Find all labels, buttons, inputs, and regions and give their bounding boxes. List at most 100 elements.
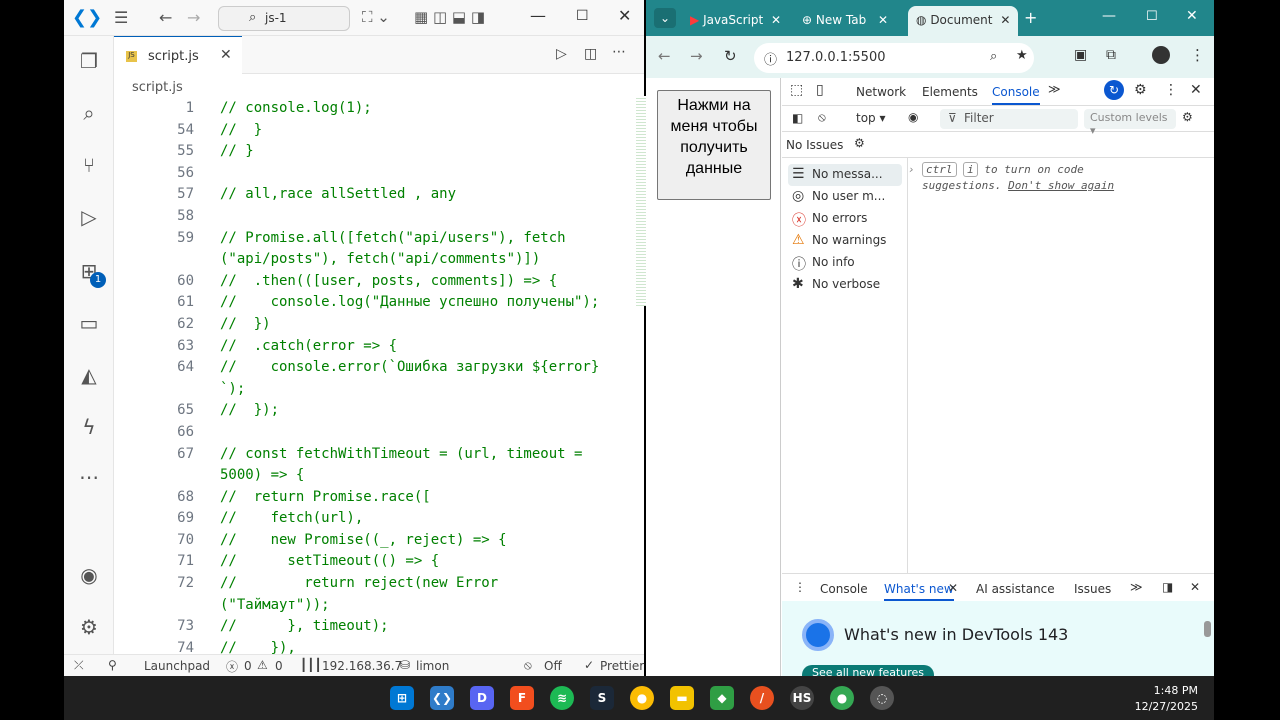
devtools-close-icon[interactable]: ✕ — [1190, 82, 1202, 98]
more-tabs-icon[interactable]: ≫ — [1048, 82, 1061, 96]
tab-new-tab[interactable]: ⊕ New Tab ✕ — [794, 6, 904, 36]
more-icon[interactable]: ⋯ — [76, 464, 102, 490]
start-icon[interactable]: ⊞ — [390, 686, 414, 710]
maximize-button[interactable]: ☐ — [576, 8, 589, 24]
clock-date[interactable]: 12/27/2025 — [1124, 700, 1198, 713]
drawer-menu-icon[interactable]: ⋮ — [794, 580, 806, 594]
back-icon[interactable]: ← — [658, 47, 671, 65]
tab-script-js[interactable]: JS script.js ✕ — [114, 36, 242, 74]
code-line[interactable]: // }, timeout); — [220, 616, 620, 638]
git-icon[interactable]: ◆ — [710, 686, 734, 710]
obs-icon[interactable]: ◌ — [870, 686, 894, 710]
breadcrumb[interactable]: script.js — [132, 80, 183, 95]
warning-count[interactable]: 0 — [275, 659, 283, 673]
code-line[interactable]: // .catch(error => { — [220, 336, 620, 358]
code-line[interactable]: // } — [220, 120, 620, 142]
code-text[interactable]: // console.log(1);// }// }// all,race al… — [220, 98, 620, 654]
tab-close-icon[interactable]: ✕ — [878, 13, 888, 27]
sidebar-item-user-messages[interactable]: ◎ No user m... — [788, 186, 902, 208]
devtools-menu-icon[interactable]: ⋮ — [1164, 82, 1178, 98]
dont-show-again-link[interactable]: Don't show again — [1008, 179, 1114, 192]
tab-close-icon[interactable]: ✕ — [771, 13, 781, 27]
drawer-more-tabs-icon[interactable]: ≫ — [1130, 580, 1143, 594]
issues-label[interactable]: No Issues — [786, 138, 843, 152]
tab-javascript[interactable]: ▶ JavaScript ✕ — [682, 6, 790, 36]
code-line[interactable]: // all,race allSettled , any — [220, 184, 620, 206]
bookmark-star-icon[interactable]: ★ — [1016, 48, 1028, 63]
spotify-icon[interactable]: ≋ — [550, 686, 574, 710]
puzzle-icon[interactable]: ⧉ — [1106, 47, 1116, 63]
discord-icon[interactable]: D — [470, 686, 494, 710]
tab-close-icon[interactable]: ✕ — [1000, 13, 1010, 27]
code-line[interactable]: `); — [220, 379, 620, 401]
close-button[interactable]: ✕ — [1186, 8, 1198, 24]
steam-icon[interactable]: S — [590, 686, 614, 710]
hs-icon[interactable]: HS — [790, 686, 814, 710]
tab-close-icon[interactable]: ✕ — [220, 47, 232, 63]
new-tab-button[interactable]: + — [1024, 8, 1037, 27]
tab-console[interactable]: Console — [992, 85, 1040, 105]
tab-search-icon[interactable]: ⌄ — [654, 8, 676, 28]
remote-icon[interactable]: ⤫ — [74, 658, 84, 673]
minimize-button[interactable]: — — [530, 6, 546, 25]
code-line[interactable]: // }) — [220, 314, 620, 336]
drawer-tab-issues[interactable]: Issues — [1074, 582, 1111, 596]
back-arrow-icon[interactable]: ← — [159, 8, 172, 27]
code-line[interactable]: // console.log(1); — [220, 98, 620, 120]
log-levels-select[interactable]: Custom levels ▾ — [1084, 109, 1176, 137]
code-line[interactable]: // } — [220, 141, 620, 163]
command-search-box[interactable]: ⌕ js-1 — [218, 6, 350, 31]
drawer-tab-close-icon[interactable]: ✕ — [948, 581, 958, 595]
source-control-icon[interactable]: ⑂ — [76, 152, 102, 178]
kebab-menu-icon[interactable]: ⋮ — [1190, 46, 1205, 64]
code-line[interactable]: ("Таймаут")); — [220, 595, 620, 617]
search-icon[interactable]: ⌕ — [76, 100, 102, 126]
launchpad-label[interactable]: Launchpad — [144, 659, 210, 673]
fetch-data-button[interactable]: Нажми на меня чтобы получить данные — [657, 90, 771, 200]
code-line[interactable]: // setTimeout(() => { — [220, 551, 620, 573]
tab-document[interactable]: ◍ Document ✕ — [908, 6, 1018, 36]
account-icon[interactable]: ◉ — [76, 562, 102, 588]
prettier-label[interactable]: Prettier — [600, 659, 644, 673]
run-debug-icon[interactable]: ▷ — [76, 204, 102, 230]
code-line[interactable]: // return Promise.race([ — [220, 487, 620, 509]
tab-elements[interactable]: Elements — [922, 85, 978, 99]
forward-arrow-icon[interactable]: → — [187, 8, 200, 27]
drawer-dock-icon[interactable]: ◨ — [1162, 580, 1173, 594]
code-line[interactable]: ("api/posts"), fetch("api/comments")]) — [220, 249, 620, 271]
split-editor-icon[interactable]: ◫ — [584, 46, 597, 62]
figma-icon[interactable]: F — [510, 686, 534, 710]
chrome-active-icon[interactable]: ● — [830, 686, 854, 710]
close-button[interactable]: ✕ — [618, 6, 631, 25]
site-info-icon[interactable]: ⓘ — [764, 49, 777, 68]
more-actions-icon[interactable]: ⋯ — [612, 44, 626, 60]
launchpad-icon[interactable]: ⚲ — [108, 658, 117, 672]
clear-console-icon[interactable]: ⦸ — [818, 110, 826, 125]
menu-icon[interactable]: ☰ — [114, 8, 128, 27]
drawer-scrollbar[interactable] — [1204, 621, 1211, 637]
see-all-features-button[interactable]: See all new features — [802, 665, 934, 676]
code-line[interactable]: // }); — [220, 400, 620, 422]
code-line[interactable]: // console.error(`Ошибка загрузки ${erro… — [220, 357, 620, 379]
error-count[interactable]: 0 — [244, 659, 252, 673]
context-select[interactable]: top ▾ — [856, 111, 886, 125]
device-toolbar-icon[interactable]: ▯ — [816, 82, 824, 98]
remote-explorer-icon[interactable]: ▭ — [76, 310, 102, 336]
drawer-close-icon[interactable]: ✕ — [1190, 580, 1200, 594]
drawer-tab-ai-assistance[interactable]: AI assistance — [976, 582, 1055, 596]
run-icon[interactable]: ▷ — [556, 46, 567, 62]
code-line[interactable]: // }), — [220, 638, 620, 654]
live-expression-icon[interactable]: ◉ — [908, 110, 918, 124]
code-line[interactable]: 5000) => { — [220, 465, 620, 487]
copilot-icon[interactable]: ⛶ ⌄ — [362, 8, 390, 26]
clock-time[interactable]: 1:48 PM — [1134, 684, 1198, 697]
layout-icons[interactable]: ▦ ◫ ⬓ ◨ — [414, 8, 485, 26]
thunder-icon[interactable]: ϟ — [76, 414, 102, 440]
reload-icon[interactable]: ↻ — [724, 47, 737, 65]
sidebar-item-errors[interactable]: ⓧ No errors — [788, 208, 902, 230]
sidebar-item-verbose[interactable]: ✱ No verbose — [788, 274, 902, 296]
sidebar-item-info[interactable]: ⓘ No info — [788, 252, 902, 274]
zoom-icon[interactable]: ⌕ — [990, 49, 997, 64]
avatar[interactable] — [1152, 46, 1170, 64]
ai-icon[interactable]: ↻ — [1104, 80, 1124, 100]
